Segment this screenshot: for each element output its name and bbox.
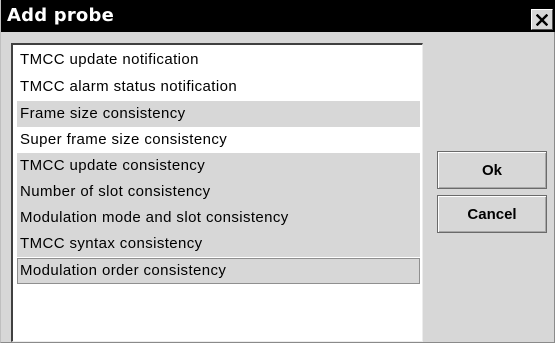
- list-item-tmcc-syntax-consistency[interactable]: TMCC syntax consistency: [17, 231, 420, 257]
- list-item-tmcc-update-consistency[interactable]: TMCC update consistency: [17, 153, 420, 179]
- title-bar: Add probe: [1, 0, 555, 32]
- list-item-tmcc-update-notification[interactable]: TMCC update notification: [17, 47, 420, 73]
- dialog-title: Add probe: [7, 5, 114, 26]
- list-item-tmcc-alarm-status-notification[interactable]: TMCC alarm status notification: [17, 74, 420, 100]
- list-item-frame-size-consistency[interactable]: Frame size consistency: [17, 101, 420, 127]
- list-item-number-of-slot-consistency[interactable]: Number of slot consistency: [17, 179, 420, 205]
- list-item-modulation-mode-and-slot-consistency[interactable]: Modulation mode and slot consistency: [17, 205, 420, 231]
- list-item-modulation-order-consistency[interactable]: Modulation order consistency: [17, 258, 420, 284]
- add-probe-dialog: Add probe TMCC update notification TMCC …: [0, 0, 555, 343]
- list-item-super-frame-size-consistency[interactable]: Super frame size consistency: [17, 127, 420, 153]
- ok-button[interactable]: Ok: [437, 151, 547, 189]
- probe-list[interactable]: TMCC update notification TMCC alarm stat…: [11, 43, 423, 342]
- cancel-button[interactable]: Cancel: [437, 195, 547, 233]
- close-icon: [536, 13, 548, 26]
- close-button[interactable]: [531, 9, 553, 30]
